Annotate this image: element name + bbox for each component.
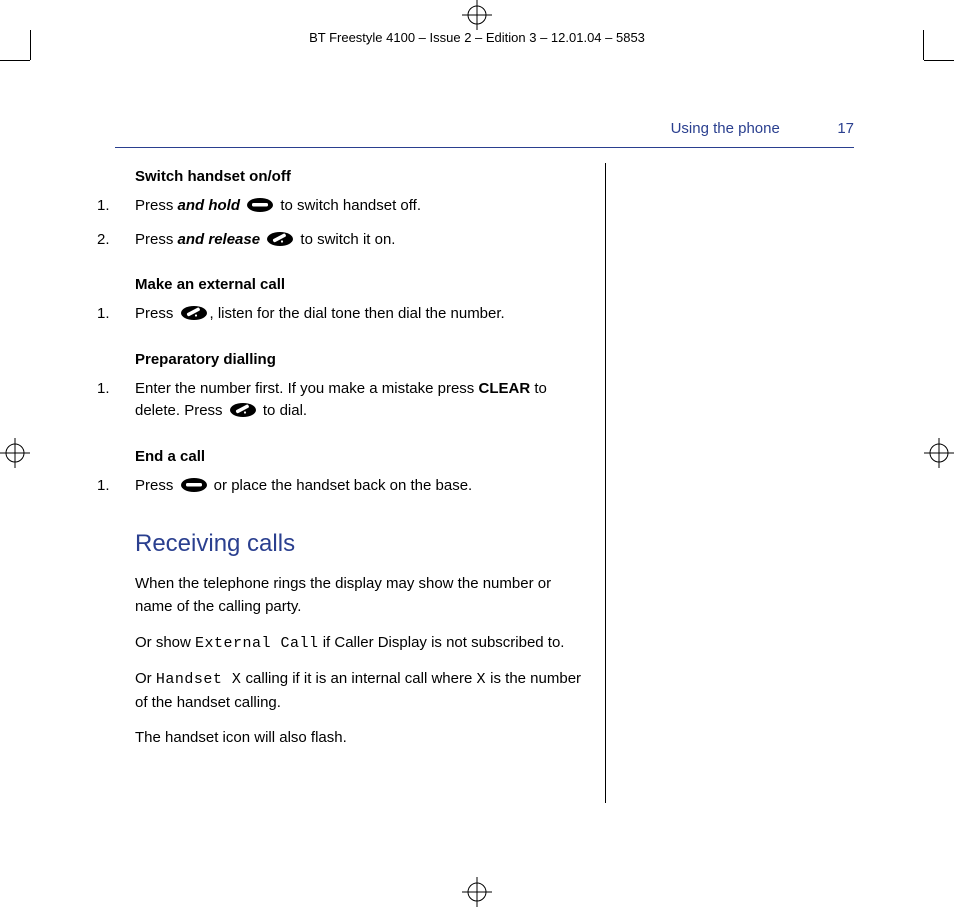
step-index: 1. — [97, 195, 110, 218]
paragraph: When the telephone rings the display may… — [115, 572, 585, 619]
page-content: Using the phone 17 Switch handset on/off… — [115, 120, 854, 847]
step-index: 1. — [97, 378, 110, 401]
paragraph: Or show External Call if Caller Display … — [115, 631, 585, 655]
step: 2. Press and release to switch it on. — [115, 229, 585, 255]
section-name: Using the phone — [671, 120, 780, 137]
text: calling if it is an internal call where — [241, 670, 476, 687]
heading-switch-onoff: Switch handset on/off — [115, 168, 585, 185]
crop-mark — [924, 60, 954, 61]
talk-key-icon — [266, 231, 294, 255]
heading-preparatory-dialling: Preparatory dialling — [115, 351, 585, 368]
text: Press — [135, 305, 178, 322]
end-call-key-icon — [180, 477, 208, 501]
registration-mark-top — [462, 0, 492, 30]
display-text: External Call — [195, 635, 319, 652]
main-column: Switch handset on/off 1. Press and hold … — [115, 163, 606, 803]
emphasis: and release — [178, 231, 261, 248]
paragraph: Or Handset X calling if it is an interna… — [115, 667, 585, 715]
registration-mark-right — [924, 438, 954, 468]
text: to switch it on. — [300, 231, 395, 248]
margin-column — [606, 163, 854, 803]
running-head: Using the phone 17 — [115, 120, 854, 137]
display-text: Handset X — [156, 671, 242, 688]
text: Press — [135, 231, 178, 248]
text: Or — [135, 670, 156, 687]
text: Press — [135, 197, 178, 214]
text: if Caller Display is not subscribed to. — [319, 634, 565, 651]
text: Enter the number first. If you make a mi… — [135, 380, 478, 397]
paragraph: The handset icon will also flash. — [115, 726, 585, 749]
talk-key-icon — [229, 402, 257, 426]
talk-key-icon — [180, 305, 208, 329]
step: 1. Press or place the handset back on th… — [115, 475, 585, 501]
page-number: 17 — [814, 120, 854, 137]
end-call-key-icon — [246, 197, 274, 221]
step-index: 1. — [97, 303, 110, 326]
text: to dial. — [259, 402, 307, 419]
step-index: 1. — [97, 475, 110, 498]
document-id-header: BT Freestyle 4100 – Issue 2 – Edition 3 … — [0, 30, 954, 45]
step-index: 2. — [97, 229, 110, 252]
step: 1. Press and hold to switch handset off. — [115, 195, 585, 221]
registration-mark-bottom — [462, 877, 492, 907]
text: or place the handset back on the base. — [210, 477, 473, 494]
step: 1. Enter the number first. If you make a… — [115, 378, 585, 426]
step: 1. Press , listen for the dial tone then… — [115, 303, 585, 329]
display-text: X — [476, 671, 486, 688]
heading-end-call: End a call — [115, 448, 585, 465]
key-label: CLEAR — [478, 380, 530, 397]
text: Press — [135, 477, 178, 494]
emphasis: and hold — [178, 197, 241, 214]
registration-mark-left — [0, 438, 30, 468]
heading-external-call: Make an external call — [115, 276, 585, 293]
header-rule — [115, 147, 854, 148]
crop-mark — [0, 60, 30, 61]
text: to switch handset off. — [280, 197, 421, 214]
section-title-receiving-calls: Receiving calls — [115, 530, 585, 558]
text: Or show — [135, 634, 195, 651]
text: , listen for the dial tone then dial the… — [210, 305, 505, 322]
